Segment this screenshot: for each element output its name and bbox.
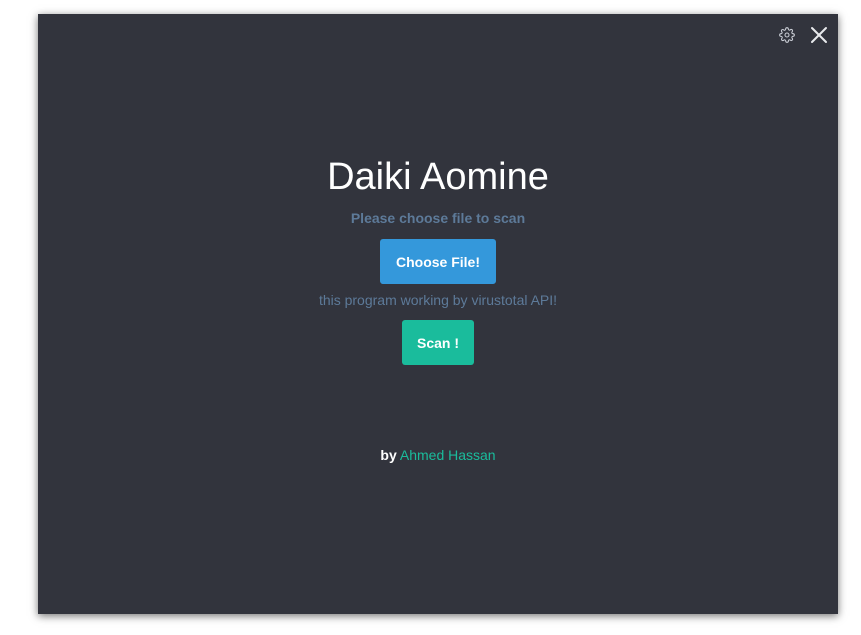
- credit-prefix: by: [380, 447, 397, 463]
- app-window: Daiki Aomine Please choose file to scan …: [38, 14, 838, 614]
- close-icon: [811, 27, 827, 43]
- credit-line: by Ahmed Hassan: [38, 446, 838, 464]
- settings-button[interactable]: [776, 24, 798, 46]
- gear-icon: [779, 27, 795, 43]
- close-button[interactable]: [808, 24, 830, 46]
- choose-file-button[interactable]: Choose File!: [380, 239, 496, 284]
- scan-button[interactable]: Scan !: [402, 320, 474, 365]
- author-link[interactable]: Ahmed Hassan: [400, 447, 496, 463]
- window-controls: [776, 24, 830, 46]
- instruction-text: Please choose file to scan: [350, 210, 526, 226]
- api-note: this program working by virustotal API!: [318, 292, 558, 308]
- app-title: Daiki Aomine: [327, 156, 549, 198]
